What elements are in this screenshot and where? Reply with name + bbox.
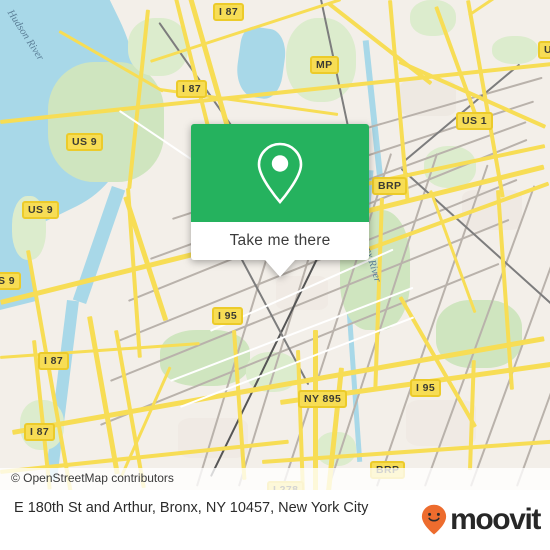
shield-us9-edge[interactable]: S 9: [0, 272, 21, 290]
shield-mp[interactable]: MP: [310, 56, 339, 74]
callout-pointer: [265, 260, 295, 277]
shield-i87-left[interactable]: I 87: [38, 352, 70, 370]
map-pin-icon: [257, 142, 303, 204]
shield-us9-left[interactable]: US 9: [22, 201, 59, 219]
shield-us9-top[interactable]: US 9: [66, 133, 103, 151]
take-me-there-button[interactable]: Take me there: [191, 222, 369, 260]
shield-i95-mid[interactable]: I 95: [212, 307, 244, 325]
take-me-there-label: Take me there: [229, 232, 331, 249]
moovit-pin-icon: [421, 504, 447, 535]
footer-bar: E 180th St and Arthur, Bronx, NY 10457, …: [0, 490, 550, 550]
shield-ny895[interactable]: NY 895: [298, 390, 348, 408]
address-label: E 180th St and Arthur, Bronx, NY 10457, …: [14, 500, 369, 516]
moovit-logo[interactable]: moovit: [421, 502, 541, 536]
attribution-bar: © OpenStreetMap contributors: [0, 468, 550, 490]
park-area: [128, 18, 188, 76]
shield-us-partial[interactable]: U: [538, 41, 550, 59]
park-area: [410, 0, 456, 36]
shield-i95-lower[interactable]: I 95: [410, 379, 442, 397]
shield-us1[interactable]: US 1: [456, 112, 493, 130]
screenshot-root: Hudson River Bronx River I 87 MP U I 87 …: [0, 0, 550, 550]
shield-brp-mid[interactable]: BRP: [372, 177, 408, 195]
shield-i87-bottom[interactable]: I 87: [24, 423, 56, 441]
osm-attribution-text: © OpenStreetMap contributors: [11, 471, 174, 485]
shield-i87-upper[interactable]: I 87: [176, 80, 208, 98]
moovit-wordmark: moovit: [450, 502, 541, 536]
map-canvas[interactable]: Hudson River Bronx River I 87 MP U I 87 …: [0, 0, 550, 490]
shield-i87[interactable]: I 87: [213, 3, 245, 21]
location-callout-card[interactable]: Take me there: [191, 124, 369, 277]
callout-header: [191, 124, 369, 222]
park-area: [492, 36, 538, 64]
